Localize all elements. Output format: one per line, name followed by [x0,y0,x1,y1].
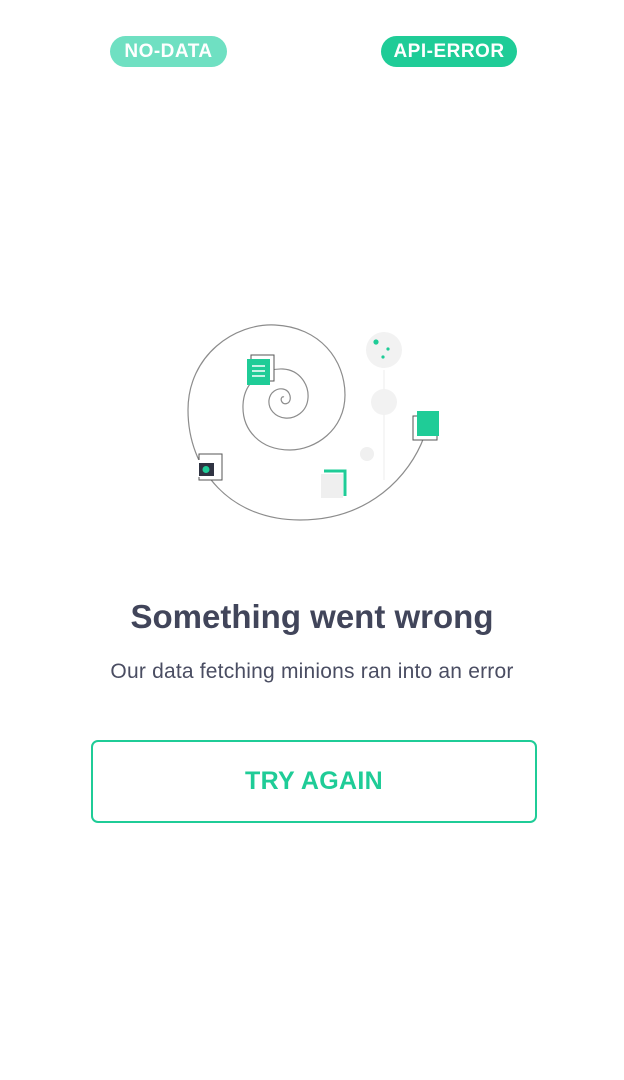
folder-corner-icon [321,469,347,498]
tab-no-data[interactable]: NO-DATA [110,36,227,67]
card-icon [412,411,439,441]
error-message: Our data fetching minions ran into an er… [110,660,514,683]
try-again-button[interactable]: TRY AGAIN [91,740,537,823]
document-icon [247,354,275,385]
error-title: Something went wrong [130,598,494,635]
image-icon [197,453,223,481]
tab-api-error[interactable]: API-ERROR [381,36,517,67]
spiral-illustration [187,324,439,521]
